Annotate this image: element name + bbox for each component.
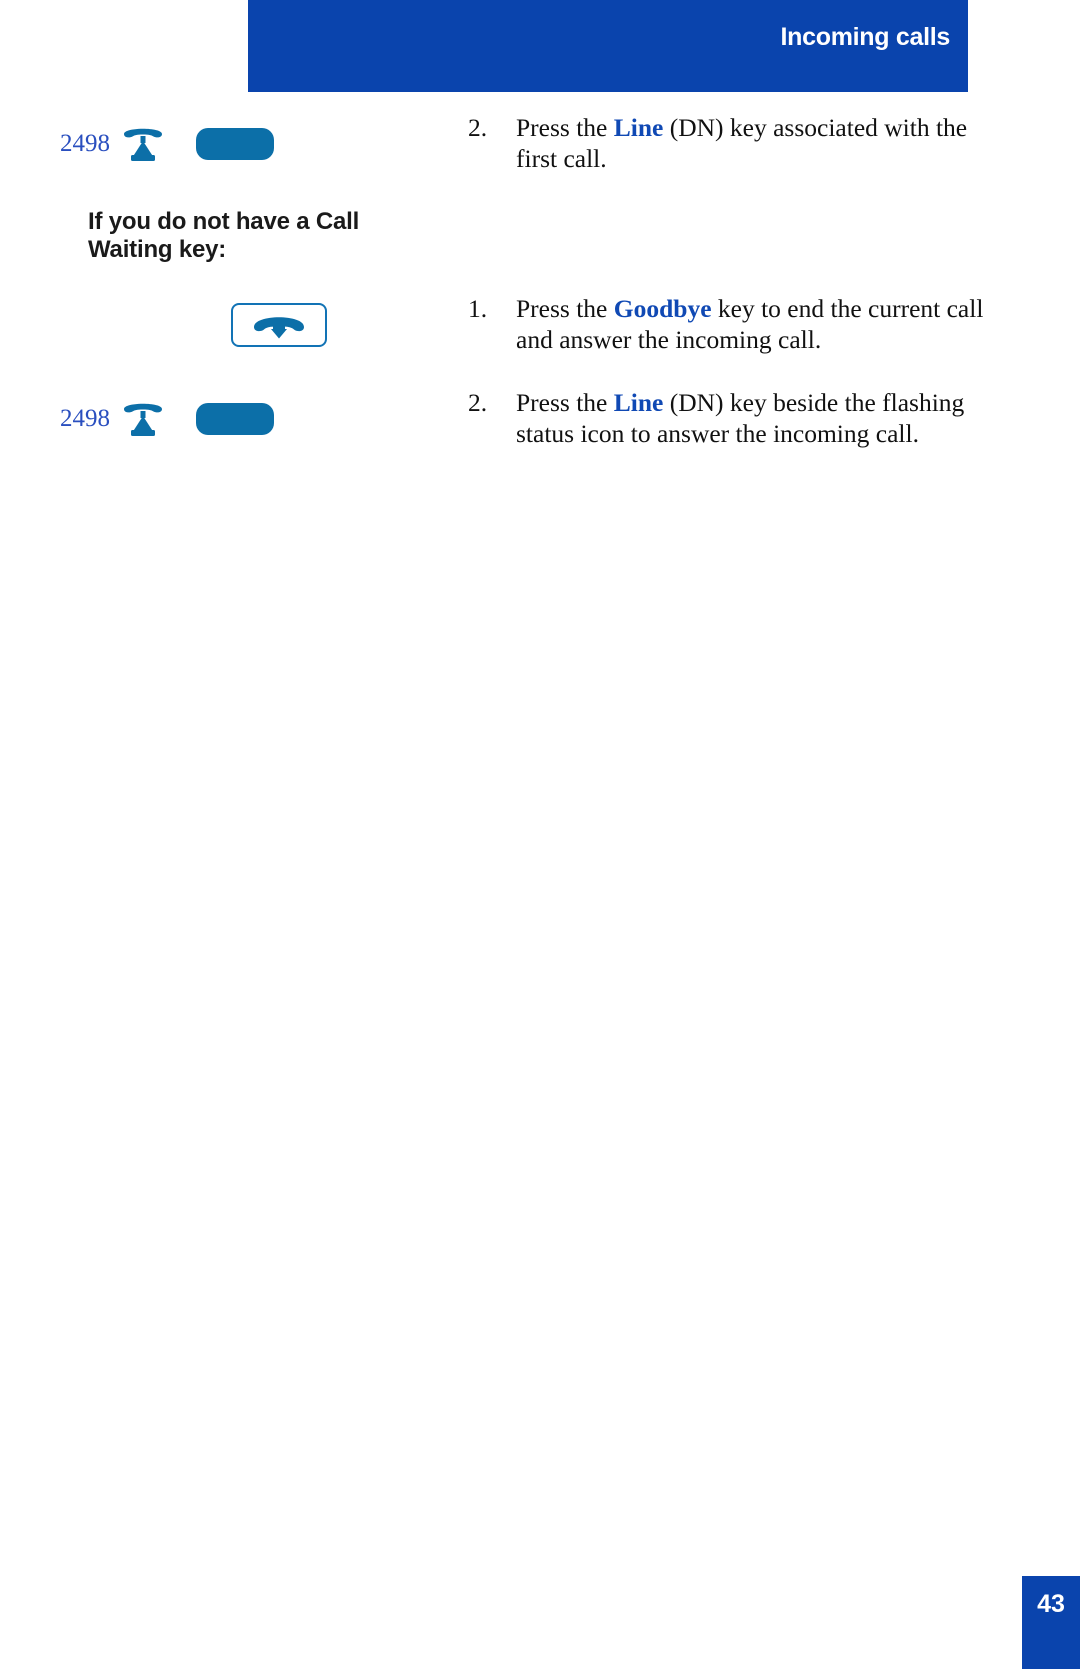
page-number: 43 [1037,1590,1065,1618]
page-header-bar: Incoming calls [248,0,968,92]
step-text-before: Press the [516,293,614,323]
step-number: 2. [468,113,488,142]
desk-phone-icon [112,399,174,439]
figure-column-1: 2498 [0,112,460,176]
content-row-1: 2498 2. Press the Line (DN) key associat… [0,112,1080,176]
goodbye-key[interactable] [231,302,327,347]
instruction-column-3: 2. Press the Line (DN) key beside the fl… [460,387,1080,449]
content-row-4: 2498 2. Press the Line (DN) key beside t… [0,387,1080,451]
figure-row-goodbye-key [0,293,460,357]
step-text-before: Press the [516,113,614,142]
desk-phone-icon [112,124,174,164]
step-number: 1. [468,293,488,323]
instruction-column-2: 1. Press the Goodbye key to end the curr… [460,293,1080,355]
page-content: 2498 2. Press the Line (DN) key associat… [0,92,1080,451]
step-keyword-line: Line [613,387,664,417]
step-text: Press the Line (DN) key associated with … [516,112,985,174]
step-text-before: Press the [516,387,614,417]
figure-column-2 [0,293,460,357]
section-heading: If you do not have a Call Waiting key: [88,208,360,264]
step-item-top: 2. Press the Line (DN) key associated wi… [460,112,985,174]
page-title: Incoming calls [780,22,951,51]
dn-number-label-1: 2498 [60,130,110,157]
step-keyword-goodbye: Goodbye [613,293,712,323]
heading-column: If you do not have a Call Waiting key: [0,208,460,265]
step-text: Press the Goodbye key to end the current… [516,293,985,355]
page-number-box: 43 [1022,1576,1080,1669]
step-item-second-2: 2. Press the Line (DN) key beside the fl… [460,387,985,449]
step-item-second-1: 1. Press the Goodbye key to end the curr… [460,293,985,355]
figure-row-line-key-1: 2498 [0,112,460,176]
content-row-3: 1. Press the Goodbye key to end the curr… [0,293,1080,357]
dn-number-label-2: 2498 [60,404,110,432]
figure-column-3: 2498 [0,387,460,451]
step-number: 2. [468,387,488,417]
step-keyword-line: Line [613,113,664,142]
content-row-2: If you do not have a Call Waiting key: [0,208,1080,265]
line-dn-key-2[interactable] [196,402,274,435]
figure-row-line-key-2: 2498 [0,387,460,451]
instruction-column-1: 2. Press the Line (DN) key associated wi… [460,112,1080,174]
step-text: Press the Line (DN) key beside the flash… [516,387,985,449]
line-dn-key-1[interactable] [196,128,274,160]
